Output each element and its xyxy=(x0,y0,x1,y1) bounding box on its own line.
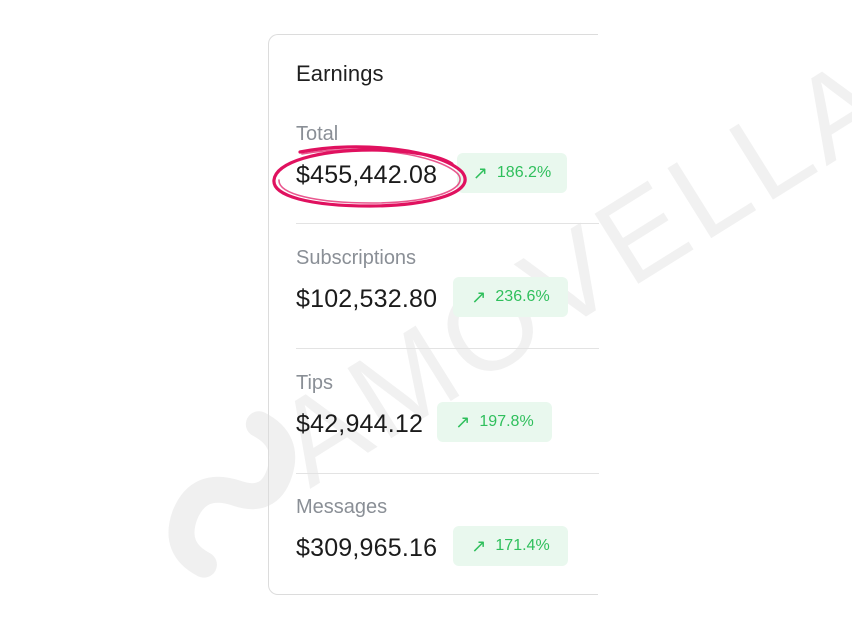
arrow-up-right-icon: ↗ xyxy=(455,412,471,432)
earnings-section-messages: Messages $309,965.16 ↗ 171.4% xyxy=(269,496,599,620)
section-amount: $102,532.80 xyxy=(296,285,438,313)
divider xyxy=(296,473,599,474)
section-amount: $455,442.08 xyxy=(296,161,438,189)
earnings-section-tips: Tips $42,944.12 ↗ 197.8% xyxy=(269,372,599,496)
section-amount: $42,944.12 xyxy=(296,410,424,438)
change-value: 171.4% xyxy=(495,537,550,554)
change-value: 197.8% xyxy=(479,413,534,430)
section-label: Subscriptions xyxy=(296,247,417,269)
change-badge: ↗ 236.6% xyxy=(453,277,568,317)
section-label: Messages xyxy=(296,496,388,518)
arrow-up-right-icon: ↗ xyxy=(471,536,487,556)
divider xyxy=(296,223,599,224)
arrow-up-right-icon: ↗ xyxy=(472,163,488,183)
section-label: Tips xyxy=(296,372,334,394)
earnings-card: Earnings Total $455,442.08 ↗ 186.2% Subs… xyxy=(268,34,599,595)
card-title: Earnings xyxy=(296,61,384,86)
change-value: 236.6% xyxy=(495,288,550,305)
divider xyxy=(296,348,599,349)
arrow-up-right-icon: ↗ xyxy=(471,287,487,307)
change-badge: ↗ 171.4% xyxy=(453,526,568,566)
change-value: 186.2% xyxy=(496,164,552,181)
earnings-section-total: Total $455,442.08 ↗ 186.2% xyxy=(269,123,599,247)
section-amount: $309,965.16 xyxy=(296,534,438,562)
change-badge: ↗ 197.8% xyxy=(437,402,552,442)
change-badge: ↗ 186.2% xyxy=(457,153,567,193)
earnings-section-subscriptions: Subscriptions $102,532.80 ↗ 236.6% xyxy=(269,247,599,371)
section-label: Total xyxy=(296,123,339,145)
